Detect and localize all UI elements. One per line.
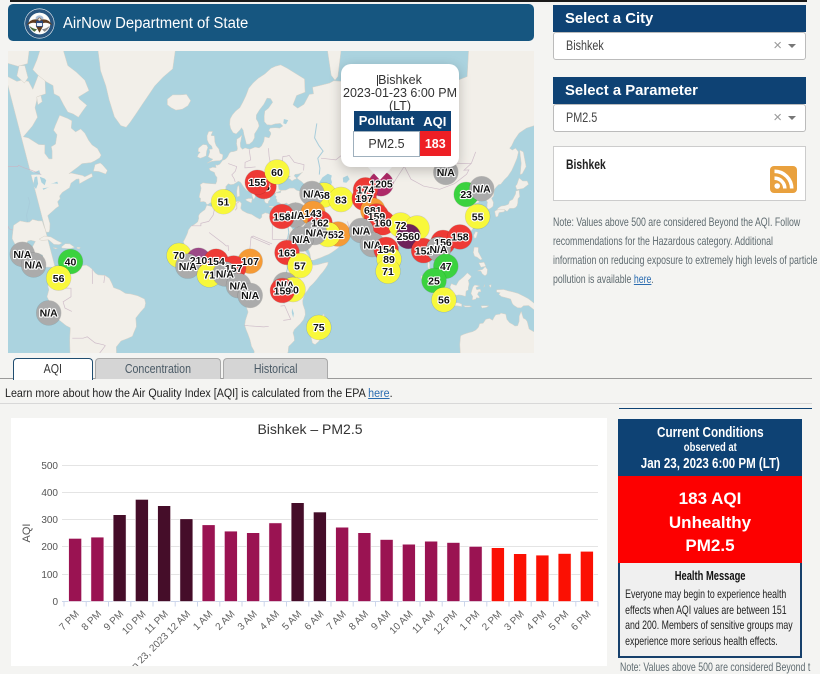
svg-text:55: 55 <box>472 211 484 223</box>
svg-text:N/A: N/A <box>352 225 371 237</box>
svg-text:100: 100 <box>41 570 58 581</box>
svg-text:8 AM: 8 AM <box>347 609 371 633</box>
svg-text:107: 107 <box>241 256 259 268</box>
svg-text:500: 500 <box>41 461 58 472</box>
svg-text:2 PM: 2 PM <box>480 609 504 633</box>
svg-text:89: 89 <box>383 254 395 266</box>
svg-text:6 PM: 6 PM <box>569 609 593 633</box>
svg-text:2560: 2560 <box>397 231 421 243</box>
svg-text:3 AM: 3 AM <box>236 609 260 633</box>
svg-text:300: 300 <box>41 515 58 526</box>
svg-text:159: 159 <box>274 285 292 297</box>
svg-text:3 PM: 3 PM <box>502 609 526 633</box>
svg-text:0: 0 <box>52 597 58 608</box>
svg-text:7 AM: 7 AM <box>325 609 349 633</box>
svg-text:N/A: N/A <box>437 167 456 179</box>
svg-text:10 AM: 10 AM <box>388 609 416 637</box>
svg-text:400: 400 <box>41 488 58 499</box>
svg-text:N/A: N/A <box>25 260 44 272</box>
svg-text:6 AM: 6 AM <box>303 609 327 633</box>
svg-text:N/A: N/A <box>216 269 235 281</box>
svg-text:75: 75 <box>313 322 325 334</box>
svg-text:N/A: N/A <box>473 183 492 195</box>
svg-text:51: 51 <box>218 196 230 208</box>
svg-text:N/A: N/A <box>40 308 59 320</box>
svg-text:N/A: N/A <box>303 188 322 200</box>
svg-text:AQI: AQI <box>21 524 33 543</box>
svg-text:10 PM: 10 PM <box>120 609 148 637</box>
svg-text:4 AM: 4 AM <box>258 609 282 633</box>
svg-text:160: 160 <box>374 218 392 230</box>
svg-text:8 PM: 8 PM <box>80 609 104 633</box>
svg-text:N/A: N/A <box>241 290 260 302</box>
svg-text:163: 163 <box>278 247 296 259</box>
svg-text:47: 47 <box>440 261 452 273</box>
svg-text:23: 23 <box>460 189 472 201</box>
svg-text:4 PM: 4 PM <box>525 609 549 633</box>
svg-text:7 PM: 7 PM <box>57 609 81 633</box>
svg-text:N/A: N/A <box>429 244 448 256</box>
svg-text:83: 83 <box>335 194 347 206</box>
svg-text:154: 154 <box>207 256 225 268</box>
svg-text:56: 56 <box>53 273 65 285</box>
svg-text:71: 71 <box>382 266 394 278</box>
svg-text:71: 71 <box>203 270 215 282</box>
svg-text:75: 75 <box>322 229 334 241</box>
svg-text:1 AM: 1 AM <box>191 609 215 633</box>
svg-text:56: 56 <box>438 295 450 307</box>
svg-text:40: 40 <box>65 256 77 268</box>
svg-text:62: 62 <box>332 229 344 241</box>
svg-text:72: 72 <box>395 220 407 232</box>
svg-text:200: 200 <box>41 542 58 553</box>
svg-text:25: 25 <box>428 275 440 287</box>
svg-text:158: 158 <box>273 211 291 223</box>
svg-text:2 AM: 2 AM <box>214 609 238 633</box>
svg-text:N/A: N/A <box>179 261 198 273</box>
svg-text:12 PM: 12 PM <box>432 609 460 637</box>
svg-text:5 PM: 5 PM <box>547 609 571 633</box>
svg-text:5 AM: 5 AM <box>280 609 304 633</box>
svg-text:N/A: N/A <box>292 234 311 246</box>
svg-text:57: 57 <box>294 260 306 272</box>
svg-text:158: 158 <box>451 232 469 244</box>
svg-text:1 PM: 1 PM <box>458 609 482 633</box>
svg-text:Bishkek – PM2.5: Bishkek – PM2.5 <box>257 421 362 437</box>
svg-text:60: 60 <box>271 167 283 179</box>
svg-text:155: 155 <box>249 177 267 189</box>
svg-text:197: 197 <box>355 193 373 205</box>
